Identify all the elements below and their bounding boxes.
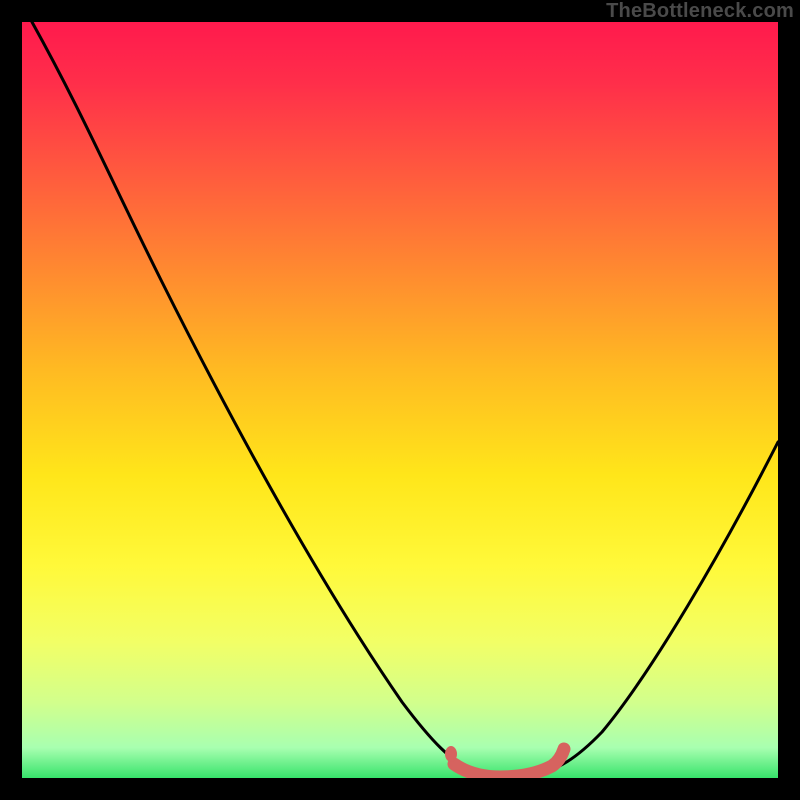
plot-area [22,22,778,778]
chart-stage: TheBottleneck.com [0,0,800,800]
highlight-dot [445,746,457,762]
curve-path [32,22,778,776]
highlight-segment [454,749,564,777]
bottleneck-curve [22,22,778,778]
watermark-text: TheBottleneck.com [606,0,794,23]
